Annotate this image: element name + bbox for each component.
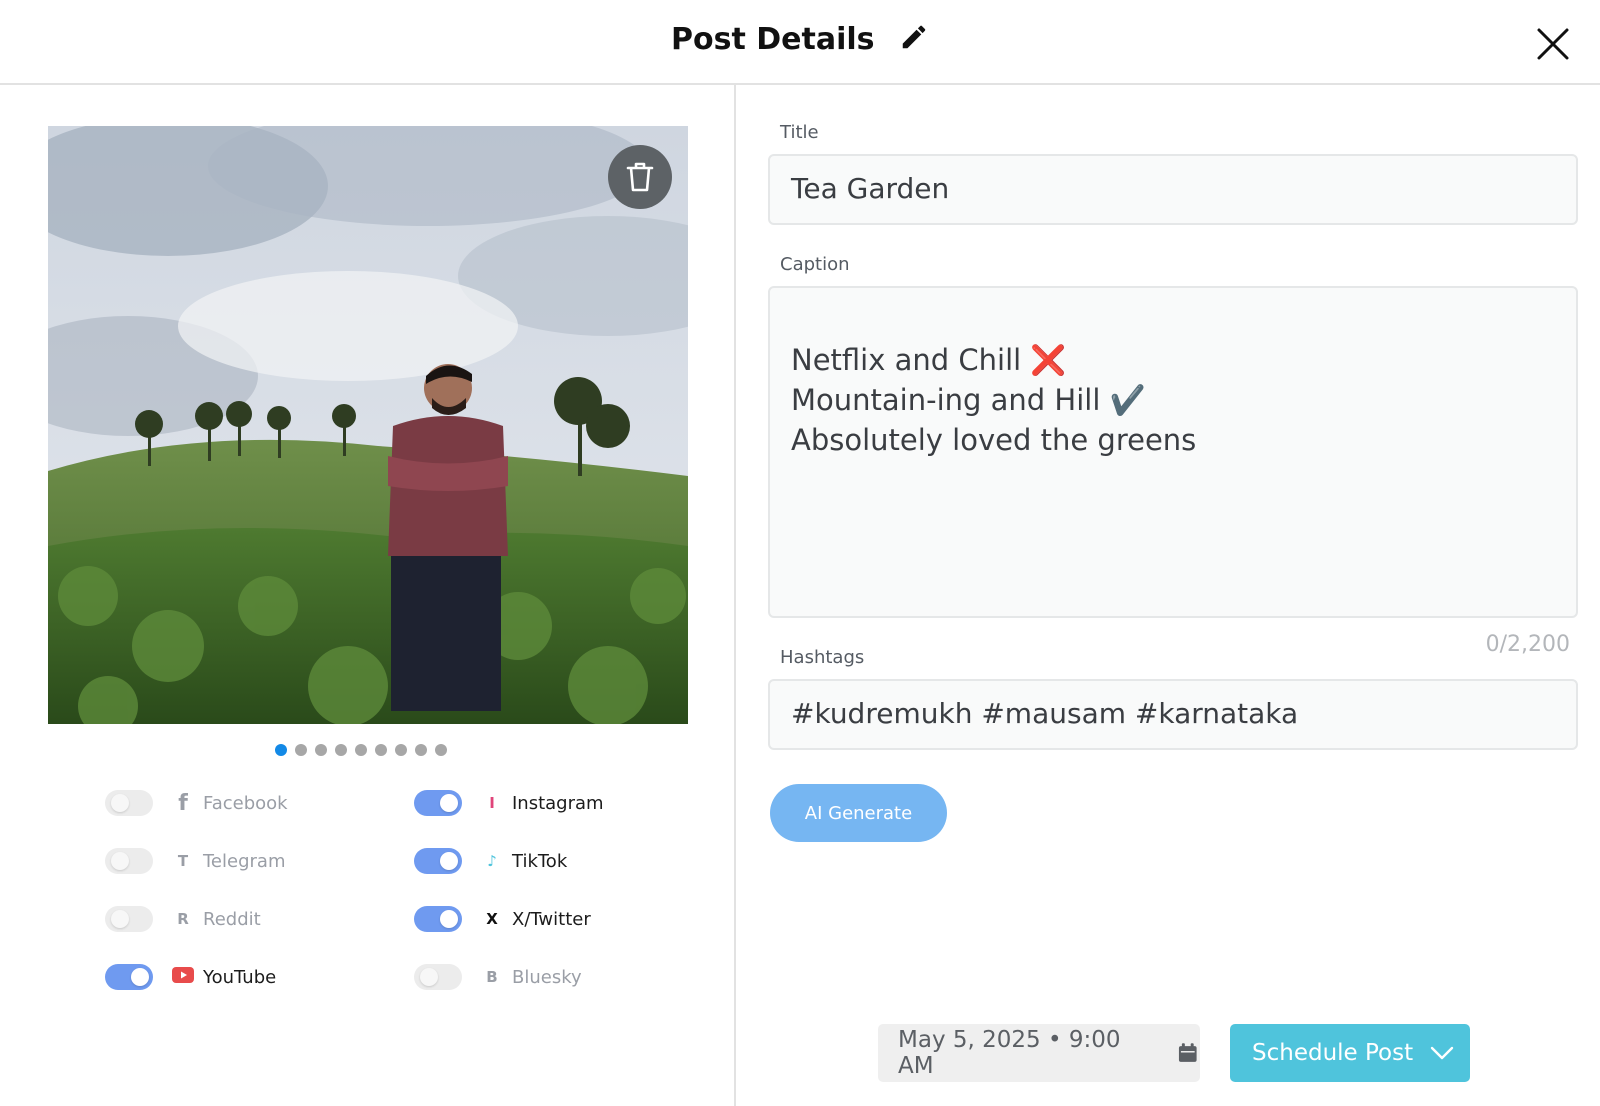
platform-toggle-instagram[interactable]: I Instagram: [414, 788, 604, 818]
hashtags-input[interactable]: #kudremukh #mausam #karnataka: [768, 679, 1578, 750]
carousel-dot[interactable]: [335, 744, 347, 756]
modal-title: Post Details: [0, 22, 1600, 57]
schedule-datetime-value: May 5, 2025 • 9:00 AM: [898, 1027, 1121, 1079]
toggle-knob: [440, 794, 458, 812]
caption-char-counter: 0/2,200: [1485, 632, 1570, 657]
platform-toggle-facebook[interactable]: f Facebook: [105, 788, 288, 818]
facebook-icon: f: [178, 790, 188, 816]
page-title: Post Details: [671, 22, 875, 57]
platform-toggle-youtube[interactable]: YouTube: [105, 962, 276, 992]
hashtags-label: Hashtags: [780, 647, 865, 668]
calendar-icon: [1179, 1043, 1198, 1062]
schedule-post-label: Schedule Post: [1252, 1040, 1414, 1066]
toggle-switch[interactable]: [414, 964, 462, 990]
youtube-icon: [169, 967, 197, 987]
toggle-switch[interactable]: [105, 906, 153, 932]
hashtags-input-value: #kudremukh #mausam #karnataka: [791, 697, 1299, 730]
carousel-dot[interactable]: [355, 744, 367, 756]
toggle-switch[interactable]: [105, 848, 153, 874]
platform-toggle-telegram[interactable]: T Telegram: [105, 846, 285, 876]
carousel-dot[interactable]: [295, 744, 307, 756]
carousel-dot[interactable]: [395, 744, 407, 756]
platform-toggle-x-twitter[interactable]: X X/Twitter: [414, 904, 591, 934]
platform-label: Instagram: [512, 792, 604, 814]
edit-pencil-icon[interactable]: [899, 22, 929, 52]
post-media-image: [48, 126, 688, 724]
toggle-switch[interactable]: [105, 790, 153, 816]
delete-media-button[interactable]: [608, 145, 672, 209]
title-input-value: Tea Garden: [791, 172, 950, 205]
platform-label: Facebook: [203, 792, 288, 814]
schedule-datetime-picker[interactable]: May 5, 2025 • 9:00 AM: [878, 1024, 1200, 1082]
caption-textarea[interactable]: Netflix and Chill ❌ Mountain-ing and Hil…: [768, 286, 1578, 618]
toggle-knob: [440, 910, 458, 928]
close-icon[interactable]: [1535, 26, 1571, 62]
platform-label: YouTube: [203, 966, 277, 988]
chevron-down-icon[interactable]: [1430, 1043, 1454, 1063]
toggle-knob: [131, 968, 149, 986]
bluesky-icon: B: [486, 968, 498, 986]
toggle-knob: [420, 968, 438, 986]
x-twitter-icon: X: [486, 910, 498, 928]
platform-toggle-tiktok[interactable]: ♪ TikTok: [414, 846, 567, 876]
toggle-knob: [440, 852, 458, 870]
toggle-switch[interactable]: [414, 906, 462, 932]
toggle-knob: [111, 794, 129, 812]
carousel-dot[interactable]: [415, 744, 427, 756]
title-label: Title: [780, 122, 819, 143]
carousel-dots: [275, 744, 447, 756]
reddit-icon: R: [177, 910, 189, 928]
carousel-dot[interactable]: [375, 744, 387, 756]
carousel-dot[interactable]: [435, 744, 447, 756]
platform-label: Bluesky: [512, 966, 582, 988]
toggle-knob: [111, 852, 129, 870]
tiktok-icon: ♪: [487, 852, 497, 870]
platform-toggle-reddit[interactable]: R Reddit: [105, 904, 261, 934]
instagram-icon: I: [489, 794, 495, 812]
caption-textarea-value: Netflix and Chill ❌ Mountain-ing and Hil…: [791, 343, 1197, 457]
platform-toggle-bluesky[interactable]: B Bluesky: [414, 962, 582, 992]
trash-icon: [626, 162, 654, 192]
title-input[interactable]: Tea Garden: [768, 154, 1578, 225]
platform-label: Telegram: [203, 850, 286, 872]
toggle-switch[interactable]: [414, 790, 462, 816]
toggle-knob: [111, 910, 129, 928]
telegram-icon: T: [177, 852, 189, 870]
platform-label: Reddit: [203, 908, 261, 930]
modal-header: Post Details: [0, 0, 1600, 85]
platform-label: TikTok: [512, 850, 568, 872]
panel-divider: [734, 85, 736, 1106]
schedule-post-button[interactable]: Schedule Post: [1230, 1024, 1470, 1082]
carousel-dot[interactable]: [315, 744, 327, 756]
ai-generate-button[interactable]: AI Generate: [770, 784, 947, 842]
toggle-switch[interactable]: [414, 848, 462, 874]
carousel-dot[interactable]: [275, 744, 287, 756]
platform-label: X/Twitter: [512, 908, 591, 930]
toggle-switch[interactable]: [105, 964, 153, 990]
caption-label: Caption: [780, 254, 850, 275]
